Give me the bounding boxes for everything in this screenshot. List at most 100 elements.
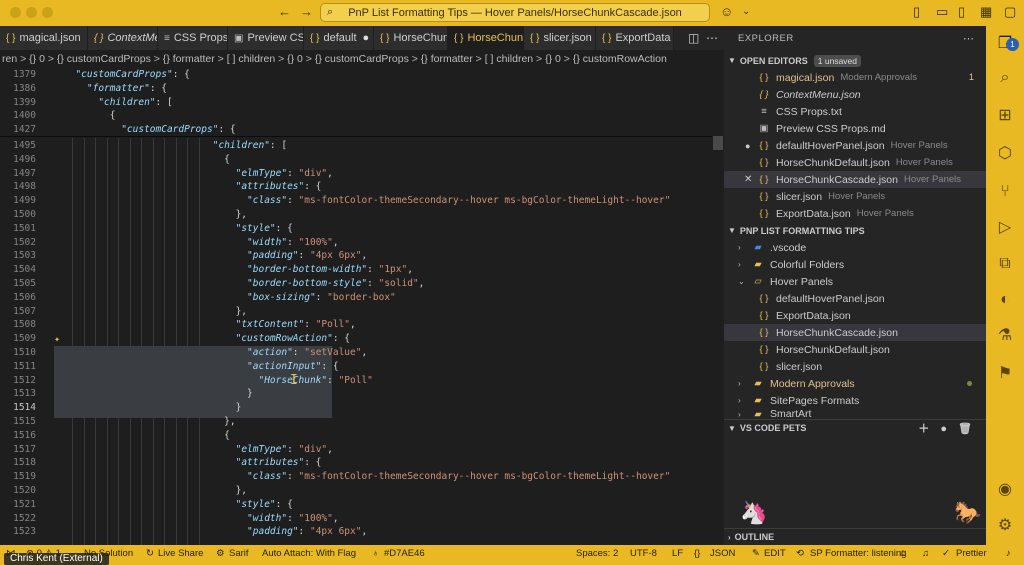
tree-folder-open[interactable]: ⌄ ▱ Hover Panels	[724, 273, 986, 290]
minimize-window-button[interactable]	[26, 7, 37, 18]
auto-attach-status[interactable]: Auto Attach: With Flag	[262, 548, 356, 559]
open-editor-item[interactable]: ▣ Preview CSS Props.md	[724, 120, 986, 137]
edit-status[interactable]: EDIT	[764, 548, 786, 559]
bookmark-icon[interactable]: ⚑	[995, 364, 1015, 384]
outline-section-header[interactable]: › OUTLINE	[724, 528, 986, 545]
tab-slicer[interactable]: { } slicer.json	[524, 26, 596, 50]
language-status[interactable]: JSON	[710, 548, 735, 559]
code-line[interactable]: 1501 "style": {	[0, 222, 712, 236]
open-editor-item[interactable]: ● { } defaultHoverPanel.json Hover Panel…	[724, 137, 986, 154]
notifications-icon[interactable]: ♫	[922, 548, 929, 559]
code-line[interactable]: 1497 "elmType": "div",	[0, 167, 712, 181]
open-editor-item[interactable]: ≡ CSS Props.txt	[724, 103, 986, 120]
code-line[interactable]: 1518 "attributes": {	[0, 456, 712, 470]
encoding-status[interactable]: UTF-8	[630, 548, 657, 559]
code-line[interactable]: 1500 },	[0, 208, 712, 222]
editor-scrollbar[interactable]	[712, 68, 724, 545]
close-icon[interactable]: ✕	[744, 174, 752, 185]
command-center-search[interactable]: ⌕ PnP List Formatting Tips — Hover Panel…	[320, 3, 710, 22]
tree-folder[interactable]: › ▰ .vscode	[724, 239, 986, 256]
split-editor-icon[interactable]: ◫ ⋯	[688, 31, 718, 45]
more-actions-icon[interactable]: ⋯	[963, 32, 974, 45]
code-line[interactable]: 1507 },	[0, 305, 712, 319]
tab-default-hover-panel[interactable]: { } default ●	[304, 26, 374, 50]
toggle-primary-sidebar-icon[interactable]: ▯	[913, 4, 920, 20]
edge-icon[interactable]: ◐	[995, 290, 1015, 310]
live-share-status[interactable]: Live Share	[158, 548, 203, 559]
extensions-icon[interactable]: ⊞	[995, 106, 1015, 126]
tab-magical-json[interactable]: { } magical.json	[0, 26, 88, 50]
color-icon[interactable]: ♁	[372, 548, 379, 559]
code-line[interactable]: 1502 "width": "100%",	[0, 236, 712, 250]
code-line[interactable]: 1386 "formatter": {	[0, 82, 712, 96]
forward-arrow-icon[interactable]: →	[300, 4, 313, 20]
tree-file[interactable]: { } ExportData.json	[724, 307, 986, 324]
code-line[interactable]: 1515 },	[0, 415, 712, 429]
code-line[interactable]: 1503 "padding": "4px 6px",	[0, 249, 712, 263]
horse-pet-icon[interactable]: 🐎	[954, 500, 981, 526]
code-line[interactable]: 1520 },	[0, 484, 712, 498]
manage-gear-icon[interactable]: ⚙	[995, 516, 1015, 536]
back-arrow-icon[interactable]: ←	[278, 4, 291, 20]
tree-folder[interactable]: › ▰ SmartArt	[724, 409, 986, 419]
code-line[interactable]: 1379 "customCardProps": {	[0, 68, 712, 82]
remote-explorer-icon[interactable]: ⧉	[995, 254, 1015, 274]
tab-horse-chunk-default[interactable]: { } HorseChun	[374, 26, 448, 50]
code-line[interactable]: 1505 "border-bottom-style": "solid",	[0, 277, 712, 291]
open-editors-section-header[interactable]: ▼ OPEN EDITORS 1 unsaved	[724, 52, 986, 69]
feedback-icon[interactable]: ☺	[898, 548, 908, 559]
testing-icon[interactable]: ⚗	[995, 326, 1015, 346]
indentation-status[interactable]: Spaces: 2	[576, 548, 618, 559]
vscode-pets-section-header[interactable]: ▼ VS CODE PETS ＋ ● 🗑	[724, 419, 986, 436]
code-line[interactable]: 1427 "customCardProps": {	[0, 123, 712, 137]
code-line[interactable]: 1499 "class": "ms-fontColor-themeSeconda…	[0, 194, 712, 208]
open-editor-item[interactable]: { } HorseChunkDefault.json Hover Panels	[724, 154, 986, 171]
code-line[interactable]: 1504 "border-bottom-width": "1px",	[0, 263, 712, 277]
code-line[interactable]: 1506 "box-sizing": "border-box"	[0, 291, 712, 305]
code-line[interactable]: 1510 "action": "setValue",	[0, 346, 712, 360]
sarif-status[interactable]: Sarif	[229, 548, 249, 559]
project-section-header[interactable]: ▼ PNP LIST FORMATTING TIPS	[724, 222, 986, 239]
prettier-status[interactable]: Prettier	[956, 548, 987, 559]
bell-icon[interactable]: ♪	[1006, 548, 1011, 559]
toggle-secondary-sidebar-icon[interactable]: ▯	[958, 4, 965, 20]
code-line[interactable]: 1495 "children": [	[0, 139, 712, 153]
tab-css-props[interactable]: ≡ CSS Props.	[158, 26, 228, 50]
open-editor-item-active[interactable]: ✕ { } HorseChunkCascade.json Hover Panel…	[724, 171, 986, 188]
open-editor-item[interactable]: { } ContextMenu.json	[724, 86, 986, 103]
tree-folder[interactable]: › ▰ Modern Approvals	[724, 375, 986, 392]
live-share-icon[interactable]: ↻	[146, 548, 154, 559]
open-editor-item[interactable]: { } magical.json Modern Approvals 1	[724, 69, 986, 86]
code-line[interactable]: 1513 }	[0, 387, 712, 401]
code-line[interactable]: 1517 "elmType": "div",	[0, 443, 712, 457]
code-line[interactable]: 1496 {	[0, 153, 712, 167]
open-editor-item[interactable]: { } ExportData.json Hover Panels	[724, 205, 986, 222]
tab-preview-css[interactable]: ▣ Preview CS	[228, 26, 304, 50]
source-control-icon[interactable]: ⑂	[995, 182, 1015, 202]
tree-folder[interactable]: › ▰ SitePages Formats	[724, 392, 986, 409]
code-line[interactable]: 1521 "style": {	[0, 498, 712, 512]
tree-file[interactable]: { } defaultHoverPanel.json	[724, 290, 986, 307]
eol-status[interactable]: LF	[672, 548, 683, 559]
formatter-status[interactable]: SP Formatter: listening	[810, 548, 906, 559]
tab-horse-chunk-cascade[interactable]: { } HorseChun	[448, 26, 524, 50]
close-window-button[interactable]	[10, 7, 21, 18]
code-line[interactable]: 1400 {	[0, 109, 712, 123]
breadcrumb[interactable]: ren > {} 0 > {} customCardProps > {} for…	[0, 50, 724, 68]
pets-actions-icon[interactable]: ＋ ● 🗑	[918, 420, 976, 436]
code-line[interactable]: 1512 "HorseChunk": "Poll"	[0, 374, 712, 388]
customize-layout-icon[interactable]: ▦	[980, 4, 992, 20]
tree-file[interactable]: { } slicer.json	[724, 358, 986, 375]
zoom-window-button[interactable]	[42, 7, 53, 18]
tree-file[interactable]: { } HorseChunkDefault.json	[724, 341, 986, 358]
tree-file-selected[interactable]: { } HorseChunkCascade.json	[724, 324, 986, 341]
code-line[interactable]: 1511 "actionInput": {	[0, 360, 712, 374]
code-line[interactable]: 1523 "padding": "4px 6px",	[0, 525, 712, 539]
search-icon[interactable]: ⌕	[995, 68, 1015, 88]
tree-folder[interactable]: › ▰ Colorful Folders	[724, 256, 986, 273]
color-status[interactable]: #D7AE46	[384, 548, 425, 559]
copilot-icon[interactable]: ☺	[720, 4, 733, 20]
code-line[interactable]: 1508 "txtContent": "Poll",	[0, 318, 712, 332]
tab-export-data[interactable]: { } ExportData	[596, 26, 674, 50]
run-debug-icon[interactable]: ▷	[995, 218, 1015, 238]
